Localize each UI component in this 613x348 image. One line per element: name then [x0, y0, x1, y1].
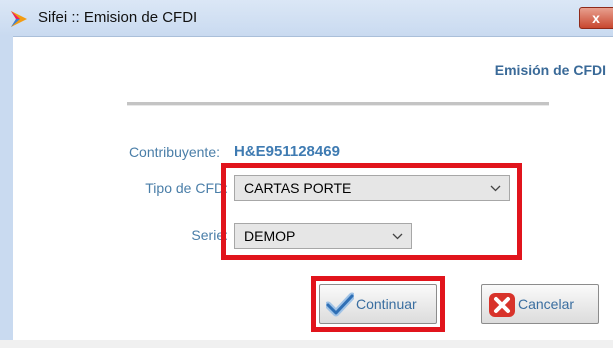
checkmark-icon [326, 292, 354, 317]
contribuyente-label: Contribuyente: [128, 144, 220, 160]
window-titlebar: Sifei :: Emision de CFDI x [0, 0, 613, 37]
window-frame-left [0, 36, 13, 348]
window-close-button[interactable]: x [579, 7, 613, 29]
window-frame-bottom [0, 340, 613, 348]
continuar-button[interactable]: Continuar [319, 284, 437, 324]
tipo-cfd-label: Tipo de CFD: [145, 180, 228, 196]
window-title: Sifei :: Emision de CFDI [38, 9, 198, 26]
highlight-box-selects [221, 163, 522, 260]
sifei-logo-icon [11, 11, 27, 27]
continuar-label: Continuar [356, 296, 417, 312]
cancelar-button[interactable]: Cancelar [481, 284, 599, 324]
contribuyente-value: H&E951128469 [234, 143, 340, 160]
red-x-icon [489, 293, 515, 317]
cancelar-label: Cancelar [518, 296, 575, 312]
page-title: Emisión de CFDI [494, 62, 606, 78]
serie-label: Serie: [191, 227, 228, 243]
header-separator [127, 102, 549, 106]
